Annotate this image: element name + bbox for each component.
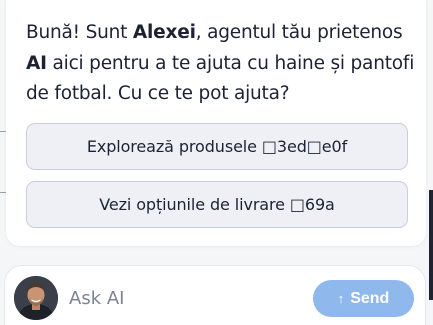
send-button[interactable]: ↑ Send [313,280,414,317]
arrow-up-icon: ↑ [337,291,345,306]
page-background-element [429,190,433,300]
person-photo-icon [14,276,58,320]
ai-label: AI [26,52,47,74]
agent-name: Alexei [132,22,196,43]
user-avatar [14,276,58,320]
assistant-message-bubble: Bună! Sunt Alexei, agentul tău prietenos… [6,0,426,246]
delivery-options-button[interactable]: Vezi opțiunile de livrare □69a [26,181,408,228]
assistant-message: Bună! Sunt Alexei, agentul tău prietenos… [26,18,416,110]
explore-products-button[interactable]: Explorează produsele □3ed□e0f [26,123,408,170]
ask-ai-input[interactable] [69,280,299,316]
chat-composer: ↑ Send [4,265,426,325]
send-label: Send [350,289,390,307]
greeting-suffix: aici pentru a te ajuta cu haine și panto… [26,52,415,105]
greeting-mid: , agentul tău prietenos [195,22,403,43]
greeting-prefix: Bună! Sunt [26,22,133,43]
